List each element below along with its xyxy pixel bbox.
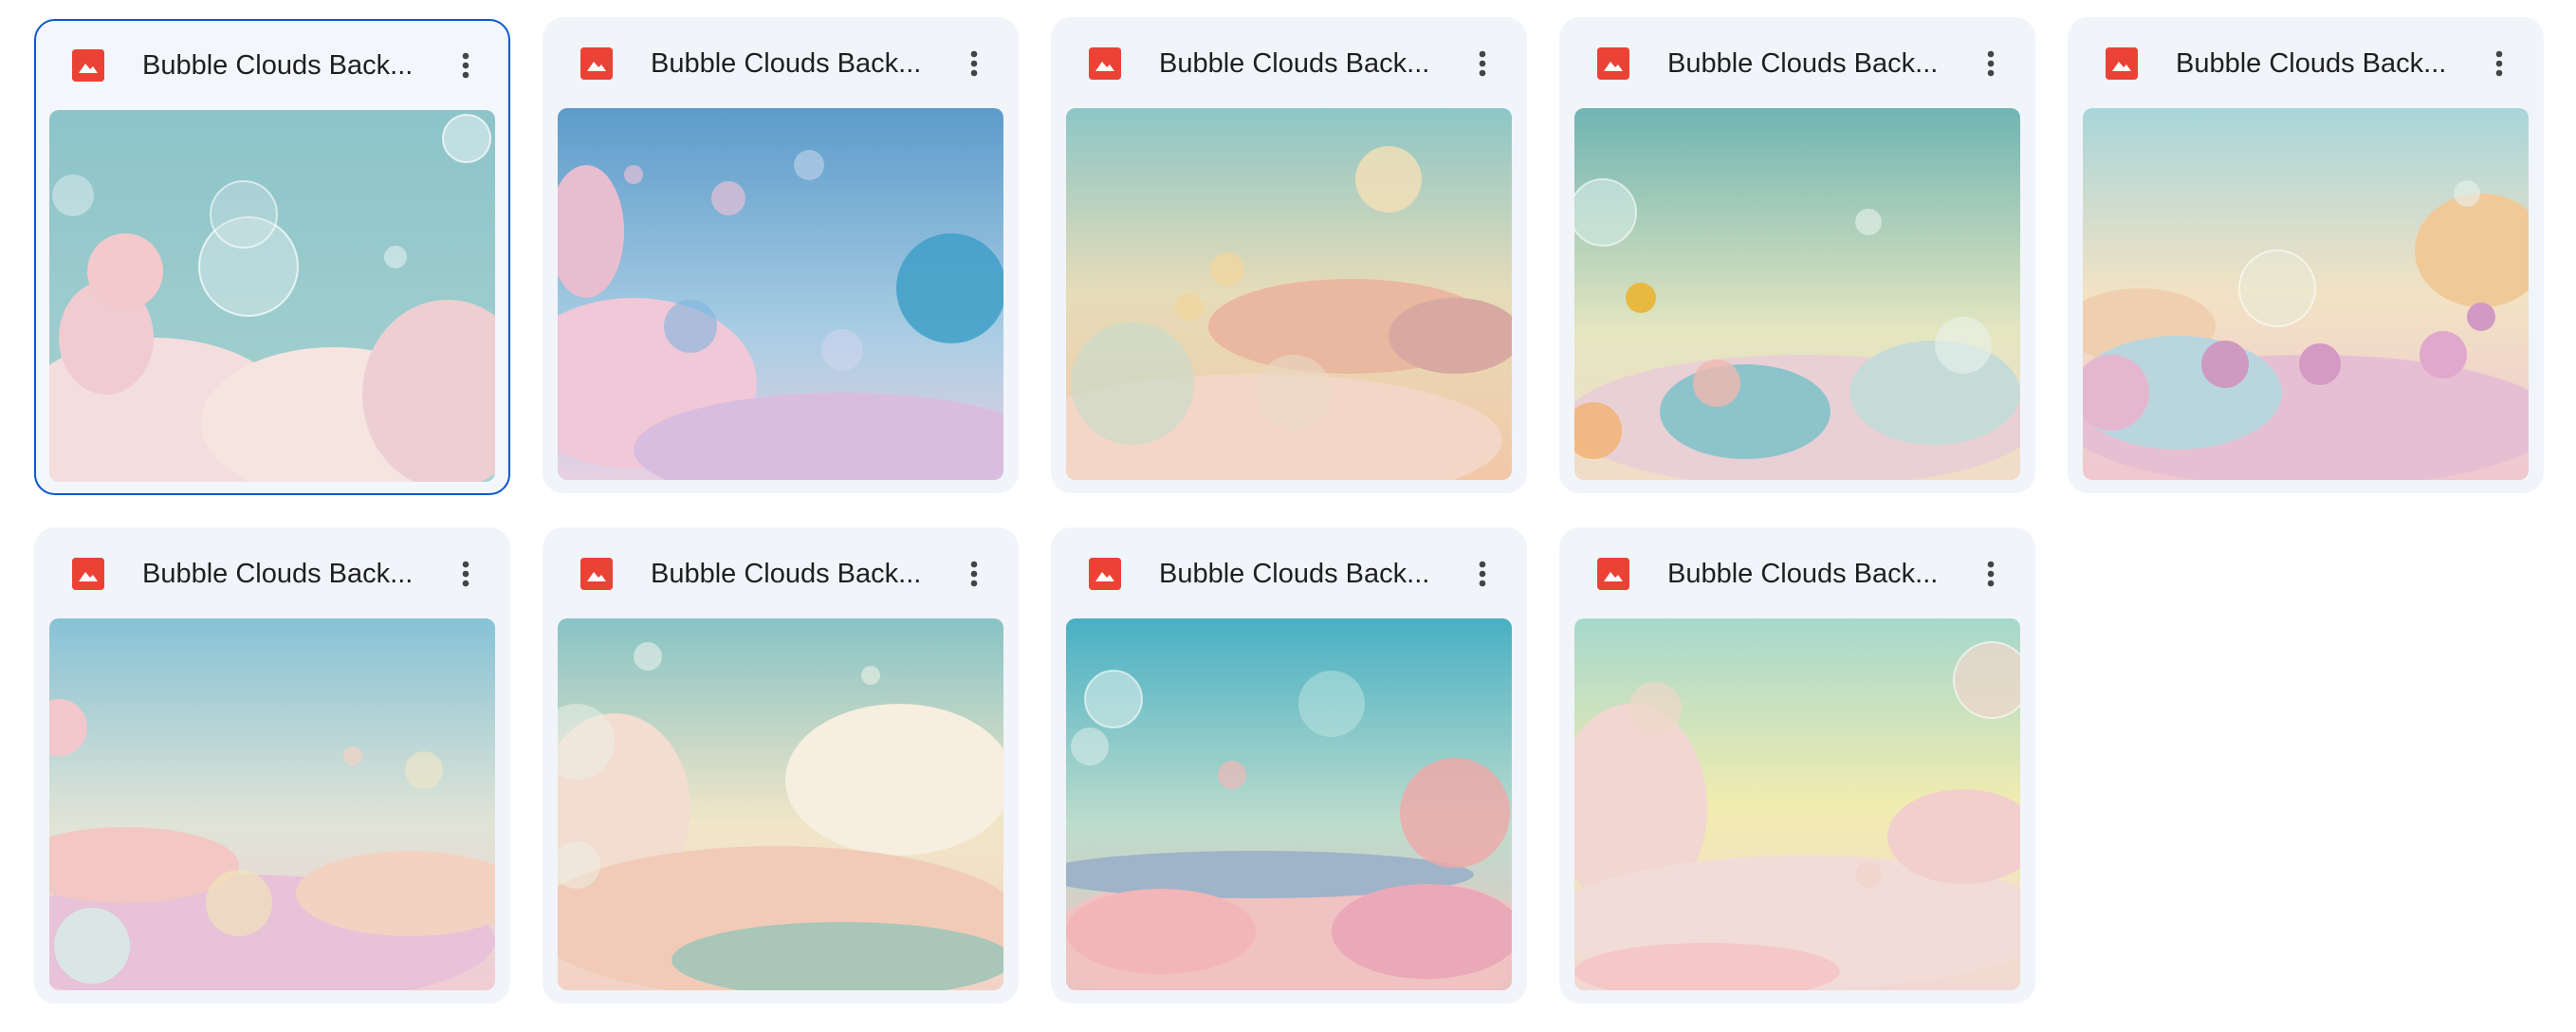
file-card-header: Bubble Clouds Back... xyxy=(36,21,508,112)
more-vert-icon xyxy=(1987,50,1995,77)
file-card[interactable]: Bubble Clouds Back... xyxy=(2068,17,2544,493)
file-thumbnail[interactable] xyxy=(558,618,1003,990)
image-file-icon xyxy=(1597,558,1629,590)
file-card-header: Bubble Clouds Back... xyxy=(34,527,510,618)
more-options-button[interactable] xyxy=(950,550,998,598)
image-file-icon xyxy=(2106,47,2138,80)
image-file-icon xyxy=(580,558,613,590)
file-card-header: Bubble Clouds Back... xyxy=(543,527,1019,618)
image-file-icon xyxy=(72,49,104,82)
file-card[interactable]: Bubble Clouds Back... xyxy=(34,527,510,1004)
file-card[interactable]: Bubble Clouds Back... xyxy=(543,527,1019,1004)
file-card-header: Bubble Clouds Back... xyxy=(543,17,1019,108)
more-options-button[interactable] xyxy=(1967,550,2015,598)
more-vert-icon xyxy=(970,50,978,77)
more-vert-icon xyxy=(462,561,469,587)
more-options-button[interactable] xyxy=(442,550,489,598)
file-card-header: Bubble Clouds Back... xyxy=(1051,527,1527,618)
file-title[interactable]: Bubble Clouds Back... xyxy=(142,47,427,83)
file-thumbnail[interactable] xyxy=(558,108,1003,480)
file-title[interactable]: Bubble Clouds Back... xyxy=(2176,46,2460,82)
file-thumbnail[interactable] xyxy=(1066,108,1512,480)
more-vert-icon xyxy=(1479,561,1486,587)
file-card[interactable]: Bubble Clouds Back... xyxy=(1051,17,1527,493)
more-vert-icon xyxy=(970,561,978,587)
image-file-icon xyxy=(72,558,104,590)
file-card[interactable]: Bubble Clouds Back... xyxy=(34,19,510,495)
file-title[interactable]: Bubble Clouds Back... xyxy=(1667,556,1952,592)
file-card[interactable]: Bubble Clouds Back... xyxy=(1559,17,2035,493)
file-card[interactable]: Bubble Clouds Back... xyxy=(1051,527,1527,1004)
file-title[interactable]: Bubble Clouds Back... xyxy=(1667,46,1952,82)
file-card-header: Bubble Clouds Back... xyxy=(1559,17,2035,108)
image-file-icon xyxy=(1597,47,1629,80)
file-thumbnail[interactable] xyxy=(49,618,495,990)
file-card-header: Bubble Clouds Back... xyxy=(1051,17,1527,108)
file-thumbnail[interactable] xyxy=(1066,618,1512,990)
file-title[interactable]: Bubble Clouds Back... xyxy=(651,556,935,592)
file-thumbnail[interactable] xyxy=(1574,618,2020,990)
file-title[interactable]: Bubble Clouds Back... xyxy=(651,46,935,82)
more-options-button[interactable] xyxy=(2475,40,2523,87)
file-card[interactable]: Bubble Clouds Back... xyxy=(1559,527,2035,1004)
file-thumbnail[interactable] xyxy=(2083,108,2529,480)
more-options-button[interactable] xyxy=(1459,40,1506,87)
more-options-button[interactable] xyxy=(442,42,489,89)
more-options-button[interactable] xyxy=(1459,550,1506,598)
file-grid: Bubble Clouds Back... Bubble Clouds Back… xyxy=(0,0,2576,1032)
file-card-header: Bubble Clouds Back... xyxy=(2068,17,2544,108)
more-vert-icon xyxy=(1987,561,1995,587)
file-title[interactable]: Bubble Clouds Back... xyxy=(1159,556,1444,592)
more-vert-icon xyxy=(2495,50,2503,77)
more-vert-icon xyxy=(1479,50,1486,77)
file-card-header: Bubble Clouds Back... xyxy=(1559,527,2035,618)
file-title[interactable]: Bubble Clouds Back... xyxy=(1159,46,1444,82)
image-file-icon xyxy=(1089,47,1121,80)
image-file-icon xyxy=(580,47,613,80)
more-options-button[interactable] xyxy=(950,40,998,87)
more-vert-icon xyxy=(462,52,469,79)
file-thumbnail[interactable] xyxy=(1574,108,2020,480)
file-title[interactable]: Bubble Clouds Back... xyxy=(142,556,427,592)
more-options-button[interactable] xyxy=(1967,40,2015,87)
file-card[interactable]: Bubble Clouds Back... xyxy=(543,17,1019,493)
image-file-icon xyxy=(1089,558,1121,590)
file-thumbnail[interactable] xyxy=(49,110,495,482)
